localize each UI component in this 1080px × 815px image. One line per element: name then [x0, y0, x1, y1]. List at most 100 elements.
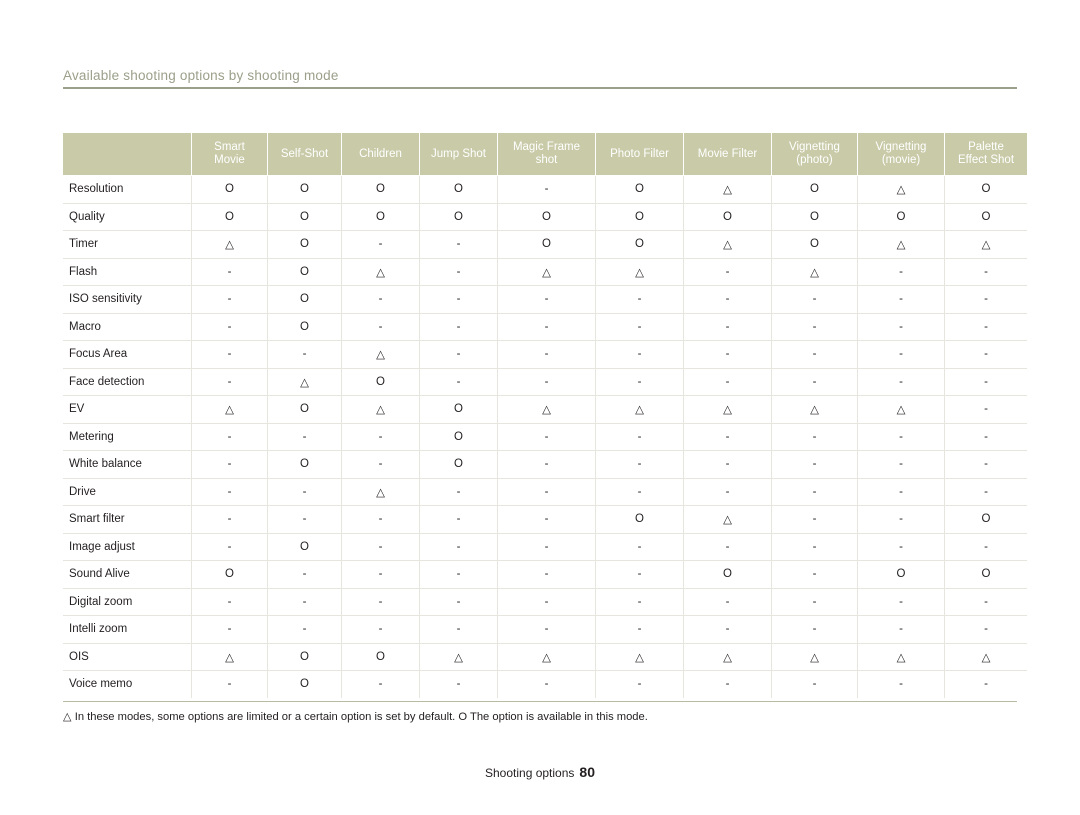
- header-line-1: Magic Frame: [512, 141, 581, 153]
- table-row: Digital zoom - - - - - - - - - -: [63, 588, 1027, 616]
- table-header-cell-0: [63, 133, 192, 176]
- table-cell: -: [497, 670, 596, 698]
- header-line-1: Photo Filter: [610, 147, 669, 160]
- header-line-2: (photo): [796, 154, 833, 166]
- table-cell: -: [267, 340, 342, 369]
- table-header-cell-9: Vignetting (movie): [857, 133, 945, 176]
- table-cell: O: [419, 395, 498, 424]
- table-cell: -: [419, 533, 498, 561]
- table-cell: -: [683, 533, 772, 561]
- table-cell: O: [267, 643, 342, 671]
- row-label: Flash: [63, 258, 192, 286]
- table-footnote: △ In these modes, some options are limit…: [63, 711, 648, 723]
- table-cell: △: [341, 340, 420, 369]
- table-cell: -: [595, 368, 684, 396]
- row-label: Image adjust: [63, 533, 192, 561]
- table-cell: -: [191, 340, 268, 369]
- table-cell: △: [267, 368, 342, 396]
- table-row: EV △ O △ O △ △ △ △ △ -: [63, 395, 1027, 424]
- table-cell: -: [497, 505, 596, 534]
- table-cell: O: [267, 533, 342, 561]
- table-cell: O: [419, 423, 498, 451]
- table-cell: O: [419, 175, 498, 204]
- table-cell: -: [944, 258, 1027, 286]
- table-row: Focus Area - - △ - - - - - - -: [63, 340, 1027, 369]
- row-label: Timer: [63, 230, 192, 259]
- table-cell: -: [341, 505, 420, 534]
- table-cell: -: [683, 478, 772, 506]
- table-cell: O: [944, 175, 1027, 204]
- table-cell: -: [595, 615, 684, 644]
- shooting-options-table-wrapper: Smart Movie Self-Shot Children Jump Shot…: [63, 133, 1027, 698]
- table-cell: -: [944, 313, 1027, 341]
- table-cell: △: [595, 258, 684, 286]
- table-cell: -: [497, 533, 596, 561]
- table-cell: O: [267, 258, 342, 286]
- table-row: Resolution O O O O - O △ O △ O: [63, 175, 1027, 204]
- table-cell: O: [771, 175, 858, 204]
- table-cell: △: [857, 175, 945, 204]
- table-cell: -: [419, 258, 498, 286]
- table-cell: △: [683, 175, 772, 204]
- table-cell: △: [191, 395, 268, 424]
- page-header: Available shooting options by shooting m…: [63, 68, 1017, 89]
- table-cell: -: [419, 670, 498, 698]
- table-row: Image adjust - O - - - - - - - -: [63, 533, 1027, 561]
- table-cell: -: [497, 560, 596, 589]
- table-cell: △: [419, 643, 498, 671]
- table-cell: -: [683, 670, 772, 698]
- table-cell: -: [944, 423, 1027, 451]
- table-cell: -: [497, 313, 596, 341]
- header-line-1: Vignetting: [789, 141, 840, 153]
- footer-page-number: 80: [579, 764, 595, 780]
- table-header-row: Smart Movie Self-Shot Children Jump Shot…: [63, 133, 1027, 176]
- table-cell: -: [267, 478, 342, 506]
- table-cell: -: [595, 478, 684, 506]
- table-cell: -: [771, 670, 858, 698]
- table-cell: O: [267, 670, 342, 698]
- table-cell: -: [857, 588, 945, 616]
- table-cell: -: [944, 533, 1027, 561]
- table-cell: -: [771, 533, 858, 561]
- table-cell: △: [944, 643, 1027, 671]
- table-cell: -: [341, 533, 420, 561]
- table-cell: -: [595, 588, 684, 616]
- table-cell: O: [857, 203, 945, 231]
- table-cell: O: [595, 230, 684, 259]
- table-cell: -: [191, 313, 268, 341]
- table-cell: -: [419, 230, 498, 259]
- table-cell: -: [683, 588, 772, 616]
- table-cell: -: [595, 340, 684, 369]
- table-cell: -: [771, 313, 858, 341]
- table-cell: -: [191, 450, 268, 479]
- table-cell: -: [771, 615, 858, 644]
- table-cell: O: [771, 203, 858, 231]
- table-cell: -: [857, 285, 945, 314]
- table-cell: O: [267, 313, 342, 341]
- table-cell: -: [771, 450, 858, 479]
- table-cell: O: [419, 203, 498, 231]
- table-cell: △: [683, 643, 772, 671]
- header-line-2: Movie: [214, 154, 245, 166]
- table-cell: △: [595, 395, 684, 424]
- header-line-1: Palette: [968, 141, 1004, 153]
- table-cell: -: [683, 285, 772, 314]
- header-line-1: Movie Filter: [697, 147, 758, 160]
- table-cell: -: [683, 340, 772, 369]
- table-cell: △: [341, 258, 420, 286]
- table-cell: -: [857, 505, 945, 534]
- table-cell: △: [771, 643, 858, 671]
- table-cell: -: [683, 258, 772, 286]
- table-row: Intelli zoom - - - - - - - - - -: [63, 615, 1027, 644]
- table-cell: -: [595, 670, 684, 698]
- table-cell: -: [191, 258, 268, 286]
- header-line-1: Jump Shot: [431, 147, 486, 160]
- table-cell: O: [595, 203, 684, 231]
- table-cell: -: [419, 285, 498, 314]
- row-label: ISO sensitivity: [63, 285, 192, 314]
- row-label: Resolution: [63, 175, 192, 204]
- table-cell: -: [595, 450, 684, 479]
- table-cell: -: [419, 505, 498, 534]
- table-header-cell-4: Jump Shot: [419, 133, 498, 176]
- table-header-cell-8: Vignetting (photo): [771, 133, 858, 176]
